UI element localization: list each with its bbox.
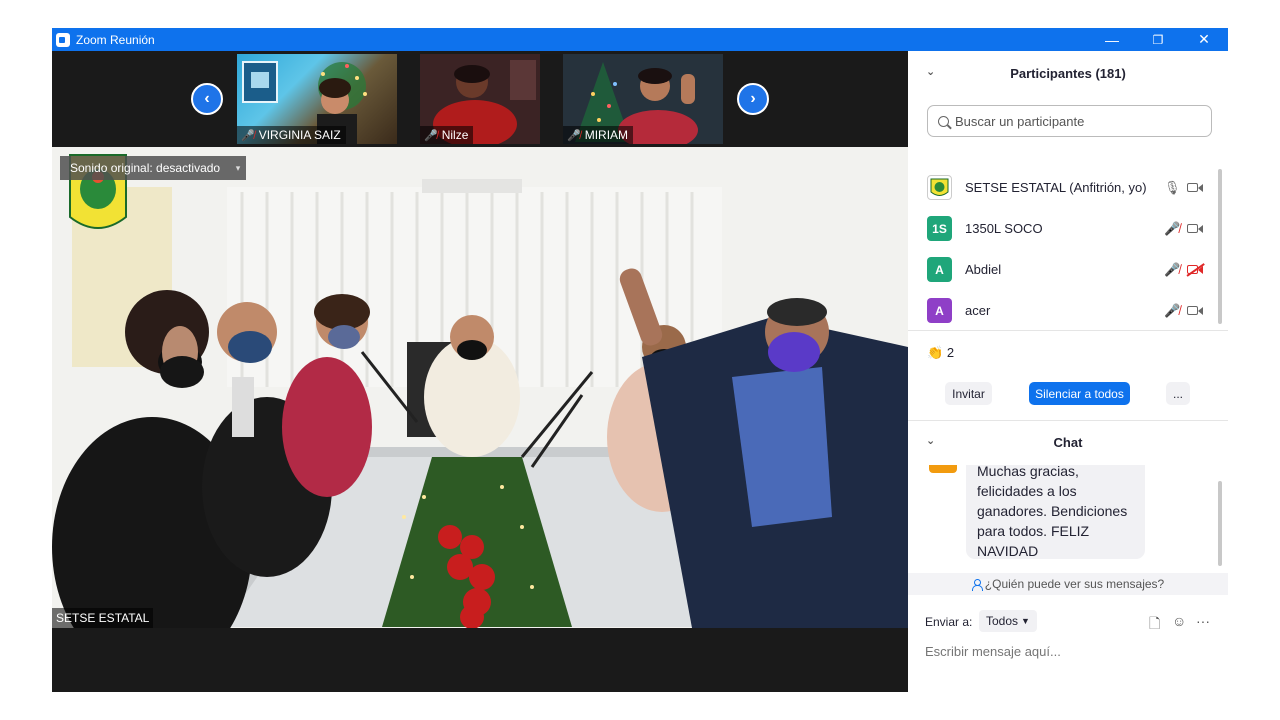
avatar: 1S (927, 216, 952, 241)
video-off-icon[interactable] (1187, 264, 1204, 275)
chat-messages: Muchas gracias, felicidades a los ganado… (908, 465, 1228, 573)
chat-scrollbar[interactable] (1218, 481, 1222, 566)
mic-muted-icon[interactable]: 🎤̸ (1164, 303, 1180, 319)
chevron-down-icon: ▼ (1021, 616, 1030, 626)
collapse-chevron-icon[interactable]: ⌄ (926, 65, 935, 78)
participants-scrollbar[interactable] (1218, 169, 1222, 324)
message-line: felicidades a los (977, 483, 1077, 499)
message-line: para todos. FELIZ (977, 523, 1090, 539)
video-camera-icon[interactable] (1187, 305, 1204, 316)
avatar: A (927, 257, 952, 282)
union-emblem-avatar (930, 178, 949, 196)
participants-title: Participantes (181) (1010, 65, 1126, 81)
message-visibility-link[interactable]: ¿Quién puede ver sus mensajes? (908, 573, 1228, 595)
mute-all-button[interactable]: Silenciar a todos (1029, 382, 1130, 405)
zoom-logo-icon (56, 32, 70, 47)
meeting-room-scene (52, 147, 908, 628)
active-speaker-video[interactable]: Sonido original: desactivado ▾ SETSE EST… (52, 147, 908, 628)
gallery-strip: ‹ 🎤̸ VIRGINIA SAIZ 🎤̸ Nilze 🎤̸ MIRIAM › (52, 51, 908, 147)
participant-row[interactable]: 1S 1350L SOCO 🎤̸ (908, 208, 1218, 249)
file-icon[interactable]: 🗋 (1149, 613, 1160, 637)
chat-title: Chat (1053, 434, 1083, 450)
mic-muted-icon: 🎤̸ (241, 129, 255, 142)
search-icon (938, 115, 949, 127)
restore-button[interactable]: ❐ (1135, 28, 1181, 51)
zoom-window: Zoom Reunión — ❐ ✕ ‹ 🎤̸ VIRGINIA SAIZ 🎤̸… (52, 28, 1228, 692)
original-sound-toggle[interactable]: Sonido original: desactivado (60, 156, 231, 180)
participant-name: 1350L SOCO (965, 221, 1043, 236)
original-sound-dropdown[interactable]: ▾ (230, 156, 246, 180)
thumbnail-name-tag: 🎤̸ VIRGINIA SAIZ (237, 126, 346, 144)
collapse-chevron-icon[interactable]: ⌄ (926, 434, 935, 447)
avatar (929, 465, 957, 473)
side-panel: ⌄ Participantes (181) Buscar un particip… (908, 51, 1228, 692)
thumbnail-name-tag: 🎤̸ MIRIAM (563, 126, 634, 144)
more-icon[interactable]: ··· (1196, 613, 1210, 629)
emoji-icon[interactable]: ☺ (1172, 613, 1186, 629)
participant-thumbnail[interactable]: 🎤̸ Nilze (420, 54, 540, 144)
mic-muted-icon[interactable]: 🎤̸ (1164, 262, 1180, 278)
chat-message-input[interactable] (925, 641, 1215, 661)
mic-muted-icon: 🎤̸ (567, 129, 581, 142)
mic-icon[interactable]: 🎙 (1164, 180, 1181, 196)
title-bar: Zoom Reunión — ❐ ✕ (52, 28, 1228, 51)
participant-row[interactable]: SETSE ESTATAL (Anfitrión, yo) 🎙 (908, 167, 1218, 208)
send-to-label: Enviar a: (925, 615, 973, 629)
close-button[interactable]: ✕ (1181, 28, 1227, 51)
reaction-counter: 👏 2 (927, 345, 954, 361)
window-title: Zoom Reunión (76, 32, 155, 47)
participant-thumbnail[interactable]: 🎤̸ MIRIAM (563, 54, 723, 144)
chat-header: ⌄ Chat (908, 420, 1228, 464)
message-line: ganadores. Bendiciones (977, 503, 1128, 519)
mic-muted-icon: 🎤̸ (424, 129, 438, 142)
gallery-prev-button[interactable]: ‹ (191, 83, 223, 115)
invite-button[interactable]: Invitar (945, 382, 992, 405)
speaker-name-tag: SETSE ESTATAL (52, 608, 154, 628)
chat-message-bubble[interactable]: Muchas gracias, felicidades a los ganado… (966, 465, 1145, 559)
search-placeholder: Buscar un participante (955, 113, 1085, 129)
video-camera-icon[interactable] (1187, 223, 1204, 234)
participant-name: SETSE ESTATAL (Anfitrión, yo) (965, 180, 1147, 195)
minimize-button[interactable]: — (1089, 28, 1135, 51)
reaction-count: 2 (946, 345, 955, 360)
more-options-button[interactable]: ... (1166, 382, 1190, 405)
divider (908, 330, 1228, 331)
participant-search-input[interactable]: Buscar un participante (927, 105, 1212, 137)
participant-row[interactable]: A acer 🎤̸ (908, 290, 1218, 331)
message-line: NAVIDAD (977, 543, 1039, 559)
clapping-hands-icon: 👏 (927, 345, 944, 360)
message-line: Muchas gracias, (977, 465, 1079, 479)
video-camera-icon[interactable] (1187, 182, 1204, 193)
participant-name: acer (965, 303, 991, 318)
avatar (927, 175, 952, 200)
gallery-next-button[interactable]: › (737, 83, 769, 115)
recipient-dropdown[interactable]: Todos ▼ (979, 610, 1037, 632)
video-stage: ‹ 🎤̸ VIRGINIA SAIZ 🎤̸ Nilze 🎤̸ MIRIAM › … (52, 51, 908, 692)
avatar: A (927, 298, 952, 323)
participant-row[interactable]: A Abdiel 🎤̸ (908, 249, 1218, 290)
mic-muted-icon[interactable]: 🎤̸ (1164, 221, 1180, 237)
participants-header: ⌄ Participantes (181) (908, 51, 1228, 95)
participant-name: Abdiel (965, 262, 1002, 277)
person-icon (971, 578, 983, 591)
thumbnail-name-tag: 🎤̸ Nilze (420, 126, 474, 144)
participant-thumbnail[interactable]: 🎤̸ VIRGINIA SAIZ (237, 54, 397, 144)
